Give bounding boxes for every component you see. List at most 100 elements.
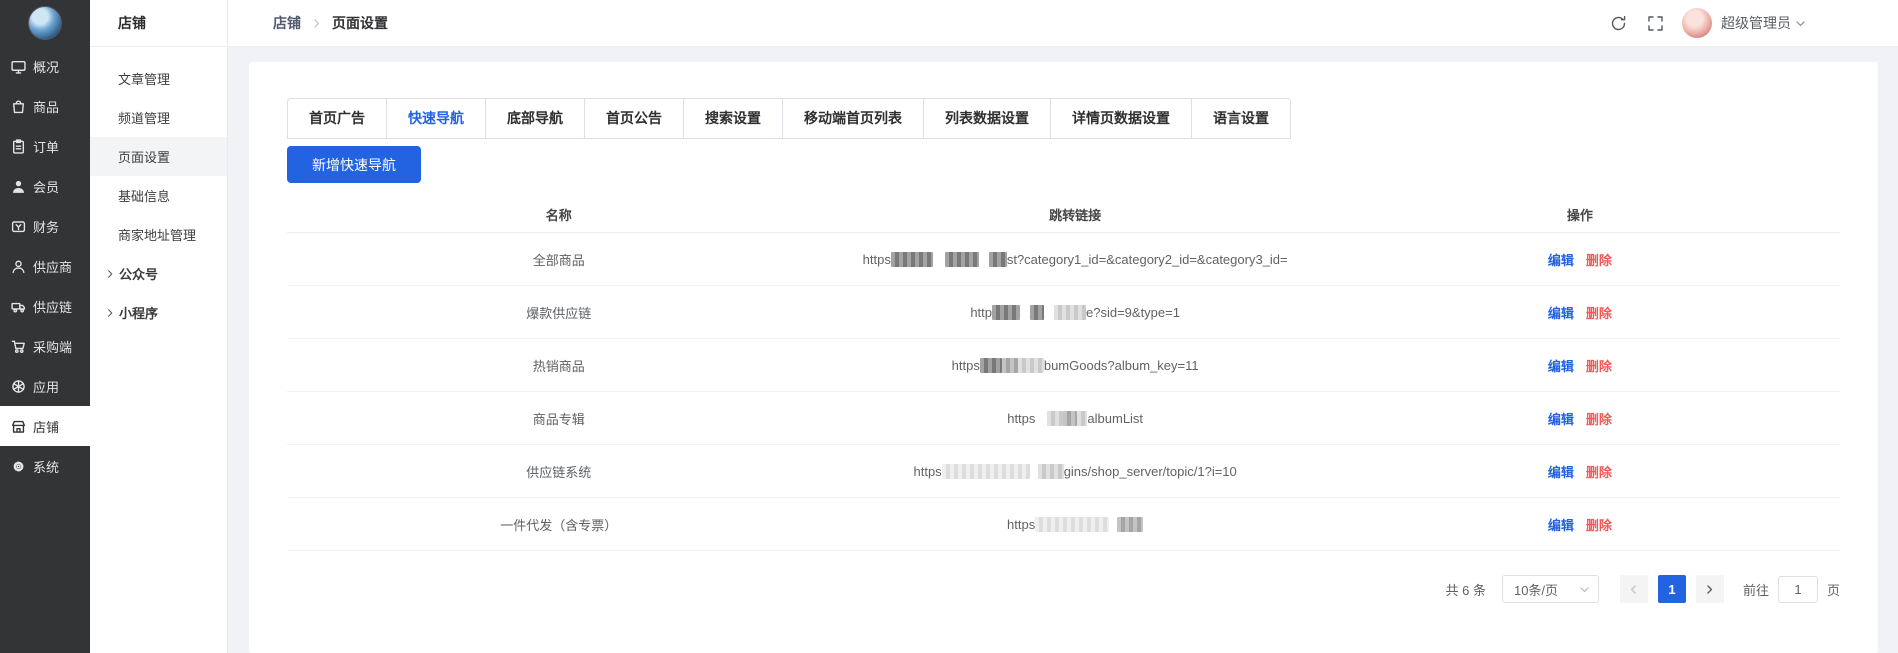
submenu-list: 文章管理 频道管理 页面设置 基础信息 商家地址管理 公众号 小程序 — [90, 47, 227, 332]
main-area: 店铺 页面设置 超级管理员 首页 — [228, 0, 1898, 653]
prev-page-button[interactable] — [1620, 575, 1648, 603]
quick-nav-table: 名称 跳转链接 操作 全部商品 httpsst?category1_id=&ca… — [287, 196, 1840, 551]
edit-link[interactable]: 编辑 — [1548, 253, 1574, 268]
page-number-1[interactable]: 1 — [1658, 575, 1686, 603]
finance-icon — [11, 219, 26, 234]
sidebar-item-overview[interactable]: 概况 — [0, 46, 90, 86]
redacted-segment — [1002, 358, 1018, 373]
submenu-item-articles[interactable]: 文章管理 — [90, 59, 227, 98]
delete-link[interactable]: 删除 — [1586, 412, 1612, 427]
tab-search-settings[interactable]: 搜索设置 — [683, 99, 782, 138]
nav-link: httpe?sid=9&type=1 — [831, 305, 1320, 320]
nav-name: 一件代发（含专票） — [287, 515, 831, 534]
header-name: 名称 — [287, 205, 831, 224]
tab-language-settings[interactable]: 语言设置 — [1191, 99, 1290, 138]
refresh-button[interactable] — [1610, 15, 1627, 32]
supply-chain-icon — [11, 299, 26, 314]
sidebar-item-finance[interactable]: 财务 — [0, 206, 90, 246]
table-row: 商品专辑 httpsalbumList 编辑删除 — [287, 392, 1840, 445]
submenu-item-official-account[interactable]: 公众号 — [90, 254, 227, 293]
edit-link[interactable]: 编辑 — [1548, 465, 1574, 480]
page-size-select[interactable]: 10条/页 — [1502, 575, 1599, 603]
redacted-segment — [1018, 358, 1044, 373]
redacted-segment — [942, 464, 1030, 479]
delete-link[interactable]: 删除 — [1586, 306, 1612, 321]
row-actions: 编辑删除 — [1320, 515, 1840, 534]
header-action: 操作 — [1320, 205, 1840, 224]
row-actions: 编辑删除 — [1320, 250, 1840, 269]
site-logo[interactable] — [0, 0, 90, 46]
chevron-right-icon — [105, 269, 115, 279]
submenu-title: 店铺 — [90, 0, 227, 47]
edit-link[interactable]: 编辑 — [1548, 306, 1574, 321]
delete-link[interactable]: 删除 — [1586, 359, 1612, 374]
sidebar-item-suppliers[interactable]: 供应商 — [0, 246, 90, 286]
breadcrumb-current: 页面设置 — [332, 13, 388, 33]
table-row: 热销商品 httpsbumGoods?album_key=11 编辑删除 — [287, 339, 1840, 392]
order-icon — [11, 139, 26, 154]
edit-link[interactable]: 编辑 — [1548, 359, 1574, 374]
chevron-down-icon — [1579, 584, 1590, 595]
goto-label: 前往 — [1743, 580, 1769, 599]
redacted-segment — [1063, 411, 1077, 426]
sidebar-item-supply-chain[interactable]: 供应链 — [0, 286, 90, 326]
submenu-item-page-settings[interactable]: 页面设置 — [90, 137, 227, 176]
chevron-down-icon — [1795, 18, 1806, 29]
delete-link[interactable]: 删除 — [1586, 253, 1612, 268]
redacted-segment — [980, 358, 1002, 373]
submenu-item-basic-info[interactable]: 基础信息 — [90, 176, 227, 215]
site-avatar — [28, 6, 62, 40]
nav-name: 商品专辑 — [287, 409, 831, 428]
admin-app: 概况 商品 订单 会员 财务 供应商 供应链 采购端 — [0, 0, 1898, 653]
tab-mobile-home-list[interactable]: 移动端首页列表 — [782, 99, 923, 138]
breadcrumb: 店铺 页面设置 — [273, 13, 388, 33]
user-name: 超级管理员 — [1721, 13, 1791, 33]
table-header-row: 名称 跳转链接 操作 — [287, 196, 1840, 233]
supplier-icon — [11, 259, 26, 274]
topbar: 店铺 页面设置 超级管理员 — [228, 0, 1898, 47]
delete-link[interactable]: 删除 — [1586, 518, 1612, 533]
sidebar-item-orders[interactable]: 订单 — [0, 126, 90, 166]
submenu-item-label: 小程序 — [119, 303, 158, 322]
row-actions: 编辑删除 — [1320, 303, 1840, 322]
submenu-item-merchant-address[interactable]: 商家地址管理 — [90, 215, 227, 254]
sidebar-item-goods[interactable]: 商品 — [0, 86, 90, 126]
fullscreen-button[interactable] — [1647, 15, 1664, 32]
sidebar-item-label: 订单 — [33, 137, 59, 156]
sidebar-item-system[interactable]: 系统 — [0, 446, 90, 486]
edit-link[interactable]: 编辑 — [1548, 412, 1574, 427]
redacted-segment — [891, 252, 933, 267]
sidebar-item-procurement[interactable]: 采购端 — [0, 326, 90, 366]
sidebar-item-members[interactable]: 会员 — [0, 166, 90, 206]
submenu-item-label: 公众号 — [119, 264, 158, 283]
breadcrumb-root[interactable]: 店铺 — [273, 13, 301, 33]
sidebar-item-label: 概况 — [33, 57, 59, 76]
table-row: 供应链系统 httpsgins/shop_server/topic/1?i=10… — [287, 445, 1840, 498]
user-menu[interactable]: 超级管理员 — [1682, 8, 1806, 38]
delete-link[interactable]: 删除 — [1586, 465, 1612, 480]
sidebar-item-label: 供应链 — [33, 297, 72, 316]
tab-footer-nav[interactable]: 底部导航 — [485, 99, 584, 138]
tab-quick-nav[interactable]: 快速导航 — [386, 99, 485, 138]
edit-link[interactable]: 编辑 — [1548, 518, 1574, 533]
goto-page-input[interactable] — [1778, 576, 1818, 603]
user-avatar — [1682, 8, 1712, 38]
next-page-button[interactable] — [1696, 575, 1724, 603]
tab-home-notice[interactable]: 首页公告 — [584, 99, 683, 138]
tab-list-data-settings[interactable]: 列表数据设置 — [923, 99, 1050, 138]
submenu-item-mini-program[interactable]: 小程序 — [90, 293, 227, 332]
submenu-item-channels[interactable]: 频道管理 — [90, 98, 227, 137]
submenu-item-label: 文章管理 — [118, 69, 170, 88]
apps-icon — [11, 379, 26, 394]
sidebar-item-apps[interactable]: 应用 — [0, 366, 90, 406]
tab-detail-data-settings[interactable]: 详情页数据设置 — [1050, 99, 1191, 138]
tab-home-ads[interactable]: 首页广告 — [288, 99, 386, 138]
member-icon — [11, 179, 26, 194]
header-link: 跳转链接 — [831, 205, 1320, 224]
sidebar-item-shop[interactable]: 店铺 — [0, 406, 90, 446]
add-quick-nav-button[interactable]: 新增快速导航 — [287, 146, 421, 183]
row-actions: 编辑删除 — [1320, 462, 1840, 481]
breadcrumb-separator-icon — [311, 18, 322, 29]
sidebar-item-label: 系统 — [33, 457, 59, 476]
pagination: 共 6 条 10条/页 1 前往 页 — [287, 575, 1840, 603]
